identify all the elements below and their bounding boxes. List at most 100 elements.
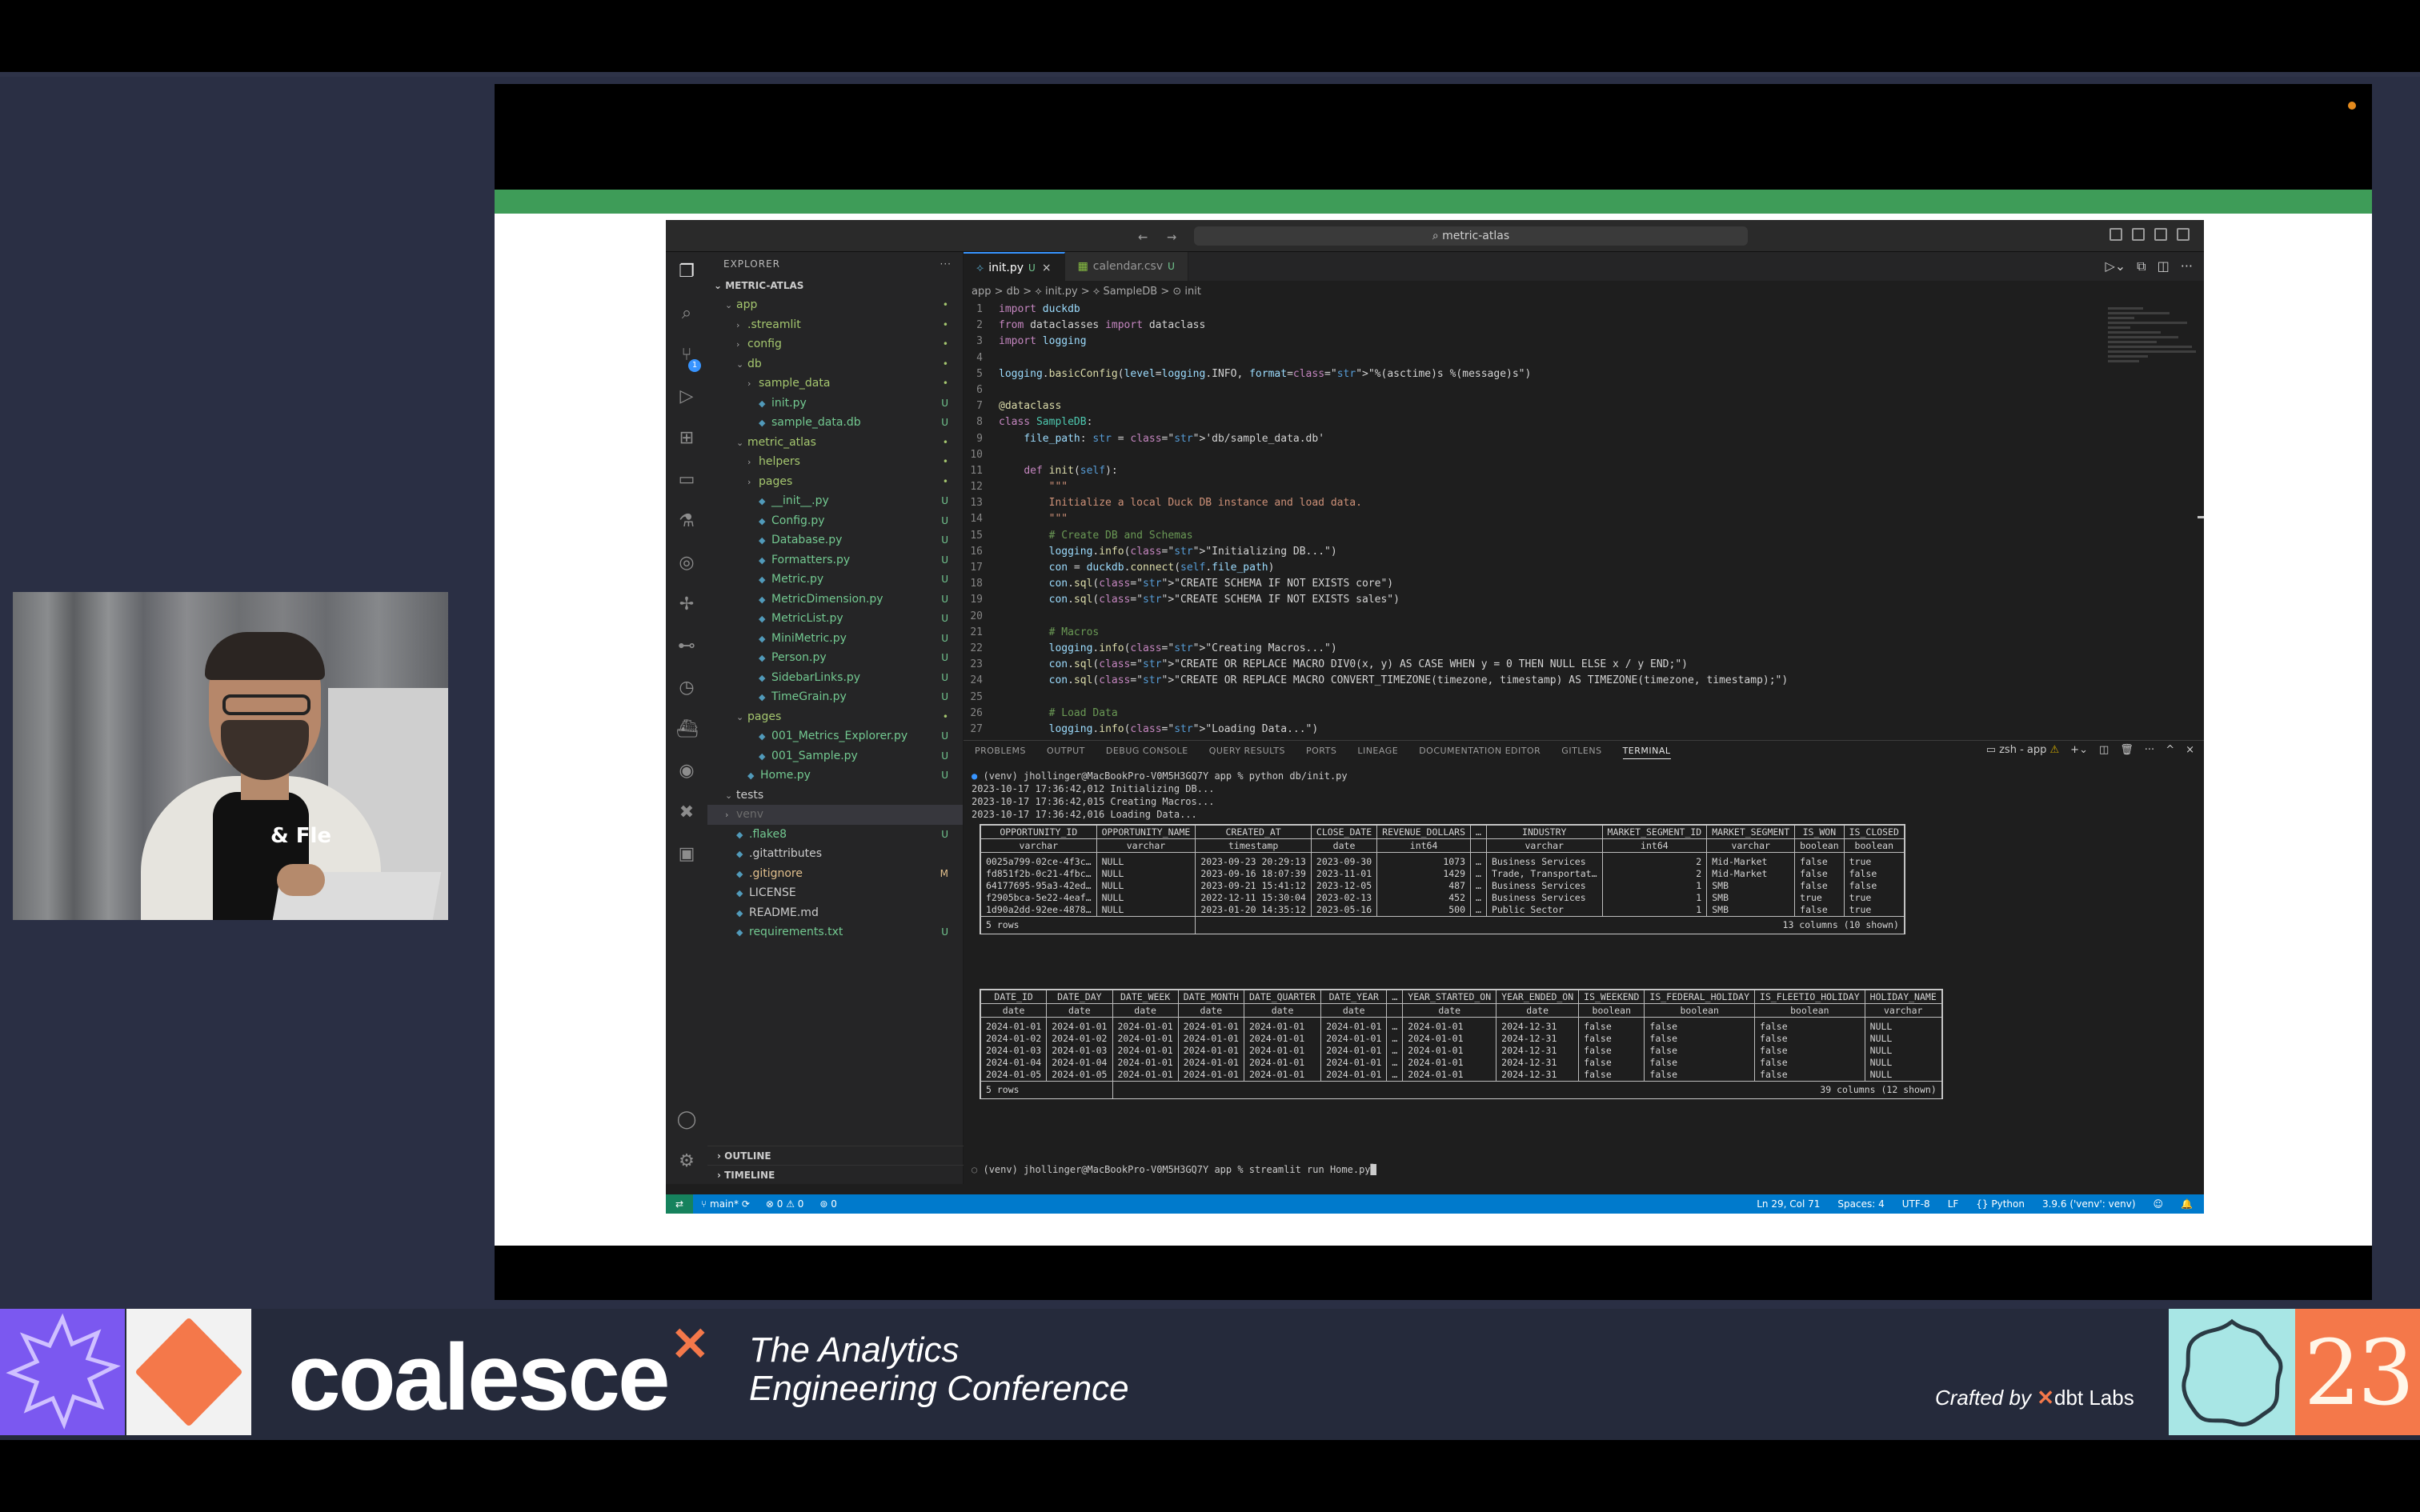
tree-folder[interactable]: › .streamlit • xyxy=(707,315,963,335)
tab-calendar-csv[interactable]: ▦ calendar.csv U xyxy=(1064,252,1188,281)
tree-file[interactable]: ◆ README.md xyxy=(707,903,963,923)
docker-icon[interactable]: ⛴ xyxy=(676,719,699,740)
panel-tab-debug-console[interactable]: DEBUG CONSOLE xyxy=(1106,746,1188,759)
code-line[interactable]: 2 from dataclasses import dataclass xyxy=(964,318,2100,334)
tree-file[interactable]: ◆ SidebarLinks.py U xyxy=(707,668,963,688)
code-line[interactable]: 20 xyxy=(964,609,2100,625)
code-line[interactable]: 3 import logging xyxy=(964,334,2100,350)
tree-folder[interactable]: ⌄ pages • xyxy=(707,707,963,727)
database-icon[interactable]: ◎ xyxy=(676,553,697,574)
dbt-icon[interactable]: ✢ xyxy=(676,594,697,615)
code-line[interactable]: 13 Initialize a local Duck DB instance a… xyxy=(964,495,2100,511)
code-line[interactable]: 23 con.sql(class="str">"CREATE OR REPLAC… xyxy=(964,657,2100,673)
code-line[interactable]: 22 logging.info(class="str">"Creating Ma… xyxy=(964,641,2100,657)
code-line[interactable]: 6 xyxy=(964,382,2100,398)
tree-folder[interactable]: ⌄ metric_atlas • xyxy=(707,433,963,453)
code-line[interactable]: 4 xyxy=(964,350,2100,366)
code-line[interactable]: 12 """ xyxy=(964,479,2100,495)
explorer-more-icon[interactable]: ··· xyxy=(940,252,952,276)
code-line[interactable]: 1 import duckdb xyxy=(964,302,2100,318)
minimap[interactable] xyxy=(2108,305,2196,401)
panel-tab-terminal[interactable]: TERMINAL xyxy=(1622,746,1671,759)
cursor-position[interactable]: Ln 29, Col 71 xyxy=(1757,1194,1820,1214)
panel-tab-output[interactable]: OUTPUT xyxy=(1047,746,1085,759)
code-line[interactable]: 11 def init(self): xyxy=(964,463,2100,479)
github-icon[interactable]: ◉ xyxy=(676,761,697,782)
maximize-panel-icon[interactable]: ^ xyxy=(2166,744,2174,756)
search-icon[interactable]: ⌕ xyxy=(676,303,697,324)
code-editor[interactable]: 1 import duckdb 2 from dataclasses import d… xyxy=(964,302,2100,738)
terminal-prompt[interactable]: ○ (venv) jhollinger@MacBookPro-V0M5H3GQ7… xyxy=(972,1163,2180,1176)
workspace-root[interactable]: ⌄ METRIC-ATLAS xyxy=(707,276,963,295)
explorer-icon[interactable]: ❐ xyxy=(676,262,697,282)
editor-more-icon[interactable]: ··· xyxy=(2181,258,2193,274)
problems-count[interactable]: ⊗ 0 ⚠ 0 xyxy=(766,1194,804,1214)
tree-folder[interactable]: › config • xyxy=(707,334,963,354)
run-debug-icon[interactable]: ▷ xyxy=(676,386,697,407)
encoding[interactable]: UTF-8 xyxy=(1902,1194,1930,1214)
tree-file[interactable]: ◆ LICENSE xyxy=(707,883,963,903)
toggle-secondary-sidebar-icon[interactable] xyxy=(2154,228,2167,241)
code-line[interactable]: 21 # Macros xyxy=(964,625,2100,641)
tools-icon[interactable]: ✖ xyxy=(676,802,697,823)
tree-file[interactable]: ◆ Person.py U xyxy=(707,648,963,668)
code-line[interactable]: 14 """ xyxy=(964,511,2100,527)
panel-tab-lineage[interactable]: LINEAGE xyxy=(1357,746,1398,759)
tree-folder[interactable]: ⌄ tests xyxy=(707,786,963,806)
tree-file[interactable]: ◆ MetricDimension.py U xyxy=(707,590,963,610)
notifications-icon[interactable]: 🔔 xyxy=(2181,1194,2193,1214)
code-line[interactable]: 16 logging.info(class="str">"Initializin… xyxy=(964,544,2100,560)
language-mode[interactable]: {} Python xyxy=(1976,1194,2025,1214)
code-line[interactable]: 26 # Load Data xyxy=(964,706,2100,722)
testing-icon[interactable]: ⚗ xyxy=(676,511,697,532)
panel-tab-query-results[interactable]: QUERY RESULTS xyxy=(1209,746,1285,759)
code-line[interactable]: 18 con.sql(class="str">"CREATE SCHEMA IF… xyxy=(964,576,2100,592)
tree-file[interactable]: ◆ init.py U xyxy=(707,394,963,414)
ports-count[interactable]: ⊚ 0 xyxy=(819,1194,837,1214)
code-line[interactable]: 10 xyxy=(964,447,2100,463)
open-changes-icon[interactable]: ⧉ xyxy=(2137,258,2146,274)
code-line[interactable]: 5 logging.basicConfig(level=logging.INFO,… xyxy=(964,366,2100,382)
kill-terminal-icon[interactable]: 🗑 xyxy=(2120,744,2134,756)
tree-folder[interactable]: ⌄ app • xyxy=(707,295,963,315)
tree-folder[interactable]: › helpers • xyxy=(707,452,963,472)
toggle-sidebar-icon[interactable] xyxy=(2109,228,2122,241)
tree-file[interactable]: ◆ requirements.txt U xyxy=(707,922,963,942)
tab-init-py[interactable]: ⟡ init.py U × xyxy=(964,252,1065,281)
timeline-section[interactable]: › TIMELINE xyxy=(707,1165,964,1184)
tree-file[interactable]: ◆ Config.py U xyxy=(707,511,963,531)
scrollbar-marker[interactable] xyxy=(2198,516,2204,518)
run-python-icon[interactable]: ▷⌄ xyxy=(2105,258,2126,274)
gitlens-icon[interactable]: ⊷ xyxy=(676,636,697,657)
remote-indicator-icon[interactable]: ⇄ xyxy=(666,1194,693,1214)
tree-file[interactable]: ◆ __init__.py U xyxy=(707,491,963,511)
tree-file[interactable]: ◆ .gitignore M xyxy=(707,864,963,884)
tree-folder[interactable]: ⌄ db • xyxy=(707,354,963,374)
panel-more-icon[interactable]: ··· xyxy=(2145,744,2154,756)
indentation[interactable]: Spaces: 4 xyxy=(1837,1194,1884,1214)
tree-file[interactable]: ◆ 001_Metrics_Explorer.py U xyxy=(707,726,963,746)
code-line[interactable]: 24 con.sql(class="str">"CREATE OR REPLAC… xyxy=(964,673,2100,689)
toggle-panel-icon[interactable] xyxy=(2132,228,2145,241)
tree-file[interactable]: ◆ .flake8 U xyxy=(707,825,963,845)
code-line[interactable]: 25 xyxy=(964,690,2100,706)
panel-tab-gitlens[interactable]: GITLENS xyxy=(1561,746,1601,759)
code-line[interactable]: 15 # Create DB and Schemas xyxy=(964,528,2100,544)
code-line[interactable]: 9 file_path: str = class="str">'db/sampl… xyxy=(964,431,2100,447)
timeline-icon[interactable]: ◷ xyxy=(676,678,697,698)
terminal-output[interactable]: ● (venv) jhollinger@MacBookPro-V0M5H3GQ7… xyxy=(972,770,2180,821)
tree-file[interactable]: ◆ MiniMetric.py U xyxy=(707,629,963,649)
code-line[interactable]: 27 logging.info(class="str">"Loading Dat… xyxy=(964,722,2100,738)
panel-tab-documentation-editor[interactable]: DOCUMENTATION EDITOR xyxy=(1419,746,1541,759)
accounts-icon[interactable]: ◯ xyxy=(676,1110,697,1130)
terminal-shell-label[interactable]: ▭ zsh - app ⚠ xyxy=(1986,744,2059,756)
breadcrumb[interactable]: app > db > ⟡ init.py > ⟡ SampleDB > ⊙ in… xyxy=(972,282,1201,302)
panel-tab-problems[interactable]: PROBLEMS xyxy=(975,746,1026,759)
code-line[interactable]: 8 class SampleDB: xyxy=(964,414,2100,430)
customize-layout-icon[interactable] xyxy=(2177,228,2190,241)
tree-file[interactable]: ◆ 001_Sample.py U xyxy=(707,746,963,766)
tree-file[interactable]: ◆ Database.py U xyxy=(707,530,963,550)
remote-explorer-icon[interactable]: ▭ xyxy=(676,470,697,490)
settings-gear-icon[interactable]: ⚙ xyxy=(676,1151,697,1172)
panel-tab-ports[interactable]: PORTS xyxy=(1306,746,1336,759)
